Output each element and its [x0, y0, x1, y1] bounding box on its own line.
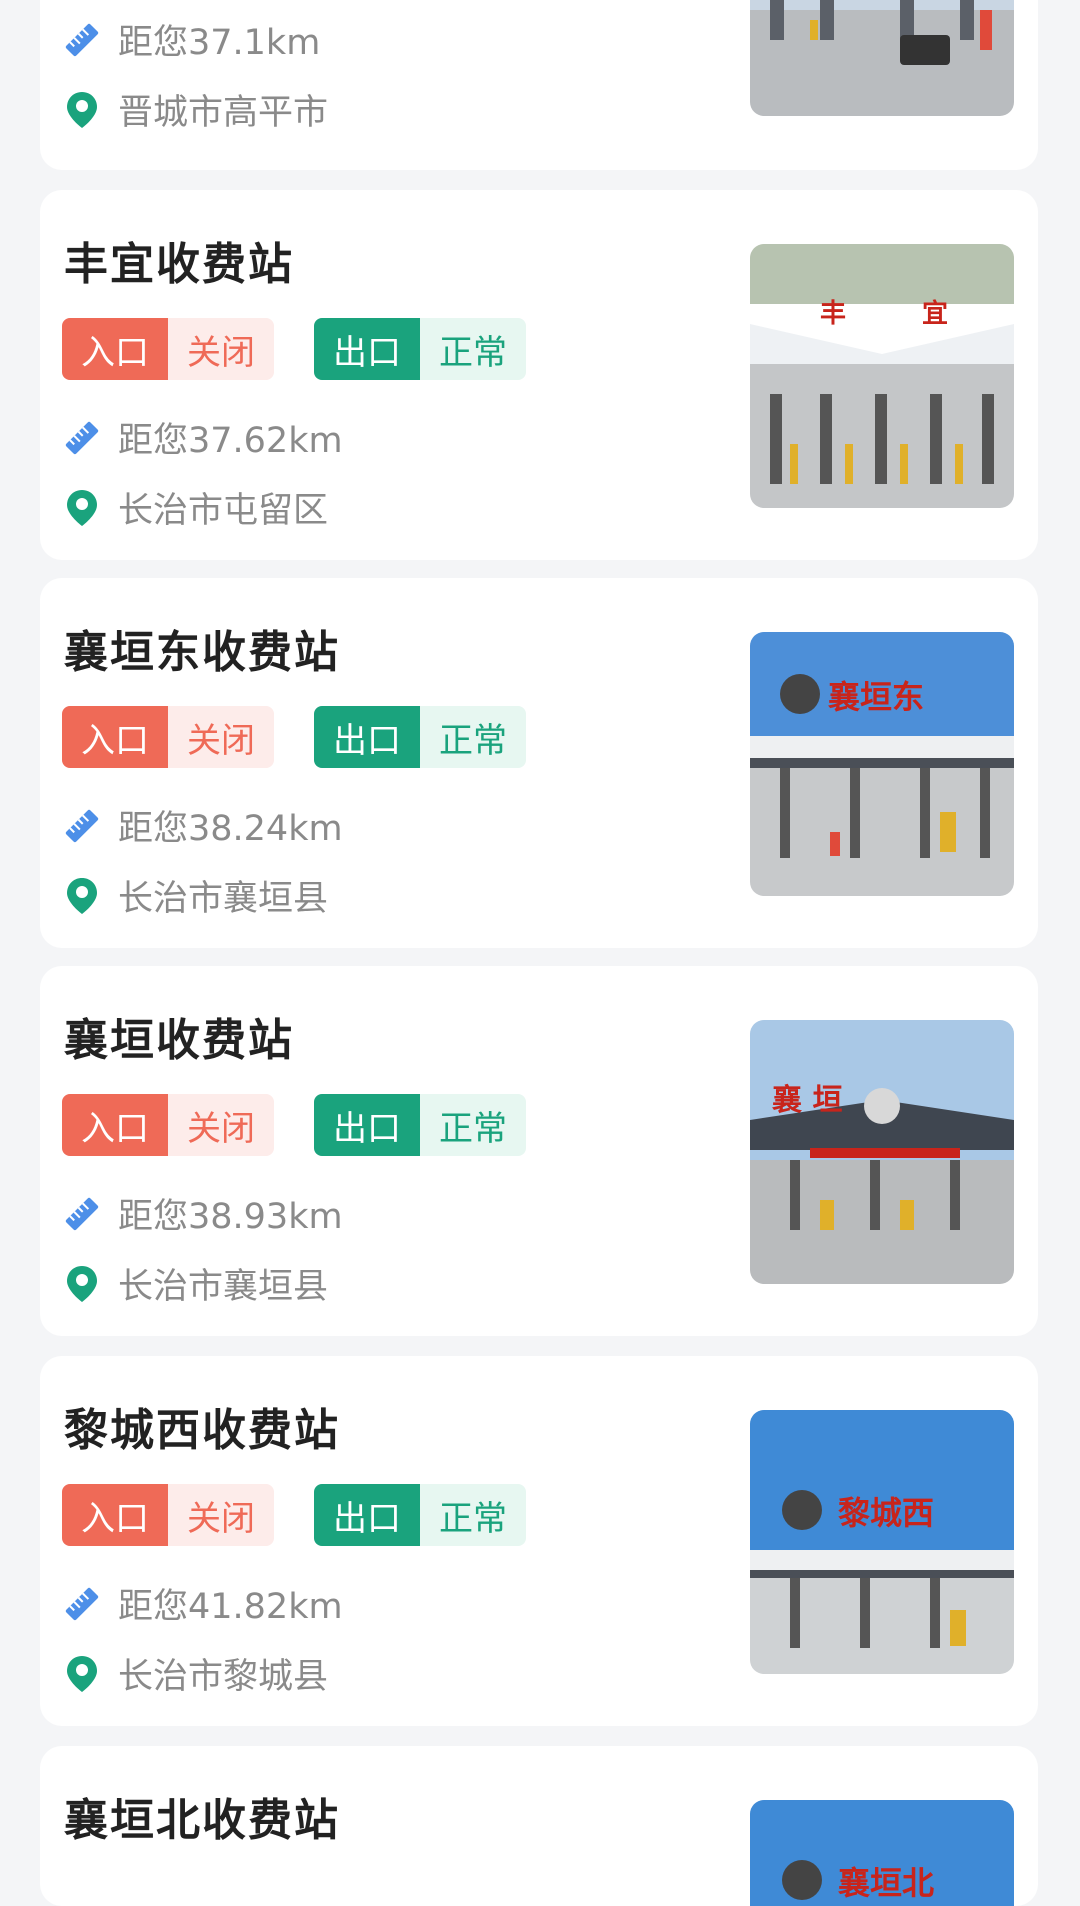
location-row: 长治市襄垣县 [62, 870, 328, 921]
station-name: 襄垣东收费站 [64, 627, 340, 678]
distance-row: 距您37.62km [62, 412, 343, 463]
ruler-icon [62, 418, 102, 458]
sign-text: 襄垣北 [838, 1864, 934, 1902]
station-photo: 襄 垣 [750, 1020, 1014, 1284]
sign-text: 襄垣东 [828, 678, 924, 716]
exit-label: 出口 [314, 1094, 420, 1156]
station-photo [750, 0, 1014, 116]
exit-status-badge: 出口 正常 [314, 1484, 526, 1546]
station-name: 襄垣北收费站 [64, 1795, 340, 1846]
distance-text: 距您38.93km [118, 1197, 343, 1237]
location-pin-icon [62, 90, 102, 130]
location-text: 长治市襄垣县 [118, 879, 329, 919]
status-tags: 入口 关闭 出口 正常 [62, 706, 566, 768]
entrance-label: 入口 [62, 706, 168, 768]
entrance-status-badge: 入口 关闭 [62, 706, 274, 768]
location-row: 长治市襄垣县 [62, 1258, 328, 1309]
location-pin-icon [62, 1654, 102, 1694]
location-row: 晋城市高平市 [62, 84, 328, 135]
exit-label: 出口 [314, 1484, 420, 1546]
location-pin-icon [62, 488, 102, 528]
station-photo: 襄垣北 [750, 1800, 1014, 1906]
location-text: 长治市襄垣县 [118, 1267, 329, 1307]
exit-status: 正常 [420, 1484, 526, 1546]
distance-text: 距您41.82km [118, 1587, 343, 1627]
distance-row: 距您37.1km [62, 14, 320, 65]
station-card[interactable]: 襄垣收费站 入口 关闭 出口 正常 距您38.93km 长治市襄垣县 襄 垣 [40, 966, 1038, 1336]
station-photo: 丰 宜 [750, 244, 1014, 508]
sign-text-left: 丰 [820, 299, 846, 329]
entrance-status-badge: 入口 关闭 [62, 318, 274, 380]
entrance-status: 关闭 [168, 706, 274, 768]
exit-status-badge: 出口 正常 [314, 1094, 526, 1156]
sign-text: 襄 垣 [772, 1083, 842, 1118]
entrance-status-badge: 入口 关闭 [62, 1484, 274, 1546]
entrance-status-badge: 入口 关闭 [62, 1094, 274, 1156]
distance-row: 距您41.82km [62, 1578, 343, 1629]
station-card[interactable]: 襄垣北收费站 襄垣北 [40, 1746, 1038, 1906]
ruler-icon [62, 20, 102, 60]
distance-text: 距您37.62km [118, 421, 343, 461]
exit-status: 正常 [420, 706, 526, 768]
exit-status: 正常 [420, 318, 526, 380]
exit-status-badge: 出口 正常 [314, 706, 526, 768]
distance-text: 距您38.24km [118, 809, 343, 849]
station-name: 丰宜收费站 [64, 239, 294, 290]
location-row: 长治市黎城县 [62, 1648, 328, 1699]
distance-text: 距您37.1km [118, 23, 321, 63]
sign-text: 黎城西 [838, 1494, 934, 1532]
entrance-status: 关闭 [168, 1484, 274, 1546]
distance-row: 距您38.24km [62, 800, 343, 851]
exit-status-badge: 出口 正常 [314, 318, 526, 380]
location-pin-icon [62, 876, 102, 916]
entrance-label: 入口 [62, 318, 168, 380]
station-card[interactable]: 丰宜收费站 入口 关闭 出口 正常 距您37.62km 长治市屯留区 丰 宜 [40, 190, 1038, 560]
exit-label: 出口 [314, 706, 420, 768]
location-row: 长治市屯留区 [62, 482, 328, 533]
ruler-icon [62, 1584, 102, 1624]
location-pin-icon [62, 1264, 102, 1304]
status-tags: 入口 关闭 出口 正常 [62, 1094, 566, 1156]
station-card[interactable]: 距您37.1km 晋城市高平市 [40, 0, 1038, 170]
station-name: 襄垣收费站 [64, 1015, 294, 1066]
entrance-status: 关闭 [168, 318, 274, 380]
ruler-icon [62, 1194, 102, 1234]
status-tags: 入口 关闭 出口 正常 [62, 1484, 566, 1546]
station-name: 黎城西收费站 [64, 1405, 340, 1456]
sign-text-right: 宜 [922, 298, 948, 329]
ruler-icon [62, 806, 102, 846]
distance-row: 距您38.93km [62, 1188, 343, 1239]
entrance-label: 入口 [62, 1094, 168, 1156]
exit-label: 出口 [314, 318, 420, 380]
status-tags: 入口 关闭 出口 正常 [62, 318, 566, 380]
station-photo: 襄垣东 [750, 632, 1014, 896]
station-card[interactable]: 襄垣东收费站 入口 关闭 出口 正常 距您38.24km 长治市襄垣县 襄垣东 [40, 578, 1038, 948]
location-text: 长治市黎城县 [118, 1657, 329, 1697]
location-text: 晋城市高平市 [118, 93, 329, 133]
station-card[interactable]: 黎城西收费站 入口 关闭 出口 正常 距您41.82km 长治市黎城县 黎城西 [40, 1356, 1038, 1726]
entrance-label: 入口 [62, 1484, 168, 1546]
location-text: 长治市屯留区 [118, 491, 329, 531]
entrance-status: 关闭 [168, 1094, 274, 1156]
station-photo: 黎城西 [750, 1410, 1014, 1674]
exit-status: 正常 [420, 1094, 526, 1156]
